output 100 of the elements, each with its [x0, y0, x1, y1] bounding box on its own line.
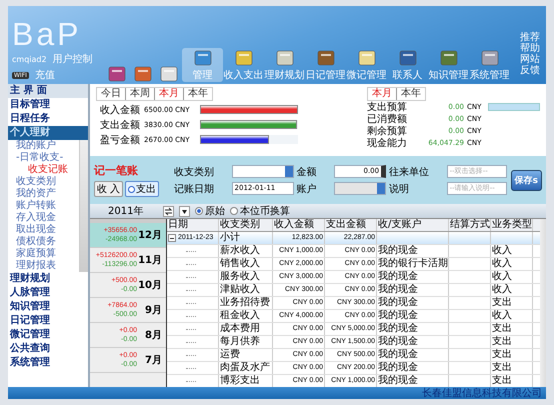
sidebar-subitem[interactable]: 家庭预算: [8, 248, 79, 260]
sidebar-subitem[interactable]: 债权债务: [8, 236, 79, 248]
month-name: 12月: [138, 229, 162, 242]
table-cell: 薪水收入: [219, 245, 273, 257]
dropdown-icon[interactable]: [179, 206, 190, 216]
budget-label: 剩余预算: [367, 125, 408, 138]
field-label: 说明: [389, 182, 410, 196]
month-name: 9月: [145, 304, 162, 317]
type-toggle[interactable]: 收 入: [94, 181, 124, 197]
field-label: 往来单位: [389, 166, 430, 178]
sidebar-subitem[interactable]: 收支记账: [8, 164, 79, 176]
table-cell: 收入: [491, 258, 533, 270]
toolbar-icon: [316, 50, 334, 66]
radio-icon[interactable]: [195, 207, 203, 215]
toolbar-icon: [234, 50, 252, 66]
toolbar-icon: [440, 50, 458, 66]
sidebar-subitem[interactable]: 取出现金: [8, 224, 79, 236]
scrollbar[interactable]: [540, 219, 546, 387]
month-name: 8月: [145, 329, 162, 342]
table-cell: 我的现金: [377, 284, 449, 296]
collapse-icon[interactable]: [168, 234, 176, 242]
month-name: 7月: [145, 354, 162, 367]
sidebar-subitem[interactable]: 存入现金: [8, 212, 79, 224]
sidebar-subitem[interactable]: 账户转账: [8, 200, 79, 212]
amount-label: 盈亏金额: [99, 134, 140, 146]
period-tab[interactable]: 今日: [97, 88, 126, 100]
sidebar-item[interactable]: 日程任务: [8, 112, 88, 126]
sidebar-item[interactable]: 个人理财: [8, 126, 88, 140]
period-tab[interactable]: 本年: [184, 88, 212, 100]
nav-item[interactable]: 知识管理: [428, 48, 469, 82]
radio-icon[interactable]: [230, 207, 238, 215]
table-cell: 收入: [491, 310, 533, 322]
toolbar-icon: [108, 66, 126, 82]
app-logo: BaP: [12, 16, 82, 52]
sidebar-item[interactable]: 理财规划: [8, 272, 88, 286]
table-cell: 成本费用: [219, 323, 273, 335]
budget-label: 支出预算: [367, 100, 408, 114]
amount-label: 收入金额: [99, 104, 140, 116]
toolbar-icon: [358, 50, 376, 66]
table-cell: 租金收入: [219, 310, 273, 322]
sidebar-item[interactable]: 目标管理: [8, 98, 88, 112]
sidebar-subitem[interactable]: 我的资产: [8, 188, 79, 200]
header-link[interactable]: 帮助: [520, 43, 542, 54]
sidebar-item[interactable]: 知识管理: [8, 300, 88, 314]
sidebar-item[interactable]: 公共查询: [8, 342, 88, 356]
sidebar-subitem[interactable]: -日常收支-: [8, 152, 79, 164]
month-name: 10月: [138, 279, 162, 292]
table-cell: 支出: [491, 349, 533, 361]
toolbar-icon: [398, 50, 416, 66]
table-cell: 我的现金: [377, 336, 449, 348]
sidebar-subitem[interactable]: 收支类别: [8, 176, 79, 188]
mode-radio[interactable]: 本位币换算: [230, 204, 290, 218]
header-link[interactable]: 推荐: [520, 32, 542, 43]
sidebar-item[interactable]: 日记管理: [8, 314, 88, 328]
field-label: 收支类别: [174, 166, 215, 178]
table-cell: 收入: [491, 271, 533, 283]
period-tab[interactable]: 本月: [155, 88, 184, 100]
sidebar-item[interactable]: 人脉管理: [8, 286, 88, 300]
table-cell: 收入: [491, 284, 533, 296]
account-dropdown[interactable]: [334, 182, 386, 195]
table-cell: 运费: [219, 349, 273, 361]
table-cell: 小计: [219, 232, 273, 244]
amount-label: 支出金额: [99, 118, 140, 132]
period-tab[interactable]: 本周: [126, 88, 155, 100]
budget-bar: [488, 103, 540, 111]
budget-label: 现金能力: [367, 136, 408, 150]
category-dropdown[interactable]: [232, 165, 294, 178]
table-cell: 收入: [491, 245, 533, 257]
column-header[interactable]: 收支类别: [219, 219, 273, 231]
column-header[interactable]: 日期: [167, 219, 219, 231]
header-link[interactable]: 网站: [520, 54, 542, 65]
sidebar-item[interactable]: 主 界 面: [8, 84, 88, 98]
nav-item[interactable]: 系统管理: [469, 48, 510, 82]
mode-radio[interactable]: 原始: [195, 204, 225, 218]
sidebar-subitem[interactable]: 理财报表: [8, 260, 79, 272]
nav-item[interactable]: 联系人: [387, 48, 428, 82]
header-link[interactable]: 反馈: [520, 65, 542, 76]
month-name: 11月: [138, 254, 162, 267]
swap-icon[interactable]: [163, 206, 174, 216]
period-tab[interactable]: 本年: [397, 88, 425, 100]
toolbar-icon: [134, 66, 152, 82]
sidebar-item[interactable]: 系统管理: [8, 356, 88, 370]
toolbar-icon: [276, 50, 294, 66]
table-cell: 我的银行卡活期: [377, 258, 449, 270]
table-cell: 服务收入: [219, 271, 273, 283]
year-label: 2011年: [108, 205, 144, 218]
type-toggle[interactable]: 支出: [125, 181, 160, 197]
sidebar-item[interactable]: 微记管理: [8, 328, 88, 342]
table-cell: 我的现金: [377, 349, 449, 361]
field-label: 账户: [296, 182, 318, 196]
column-header[interactable]: 业务类型: [491, 219, 533, 231]
table-cell: 我的现金: [377, 297, 449, 309]
budget-label: 已消费额: [367, 112, 408, 126]
user-name: cmqiad2: [12, 54, 47, 64]
scrollbar[interactable]: [79, 140, 88, 272]
period-tab[interactable]: 本月: [368, 88, 397, 100]
company-name: 长春佳盟信息科技有限公司: [422, 386, 542, 400]
table-cell: 我的现金: [377, 362, 449, 374]
form-title: 记一笔账: [94, 163, 139, 178]
toolbar-icon: [194, 50, 212, 66]
